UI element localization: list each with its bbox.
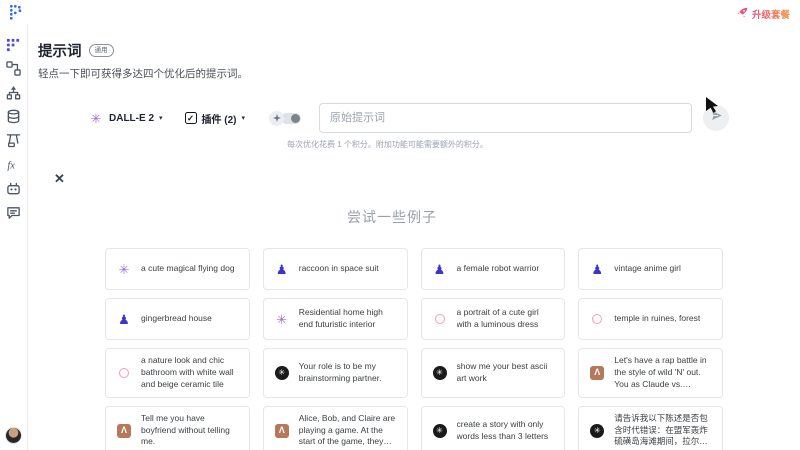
main-content: 提示词 通用 轻点一下即可获得多达四个优化后的提示词。 ✳ DALL-E 2 ▾… bbox=[28, 24, 800, 450]
model-select[interactable]: ✳ DALL-E 2 ▾ bbox=[88, 112, 163, 125]
example-text: Residential home high end futuristic int… bbox=[299, 307, 397, 331]
title-badge: 通用 bbox=[89, 44, 114, 56]
example-text: Let's have a rap battle in the style of … bbox=[614, 355, 712, 391]
dalle-model-icon: ✳ bbox=[274, 313, 290, 326]
page-subtitle: 轻点一下即可获得多达四个优化后的提示词。 bbox=[38, 66, 248, 81]
example-text: Your role is to be my brainstorming part… bbox=[299, 361, 397, 385]
example-card[interactable]: ✳ Residential home high end futuristic in… bbox=[263, 298, 408, 340]
rocket-icon bbox=[737, 5, 748, 23]
example-text: gingerbread house bbox=[141, 313, 212, 325]
example-text: a cute magical flying dog bbox=[141, 263, 235, 275]
toggle-track bbox=[281, 113, 301, 124]
plugins-label: 插件 (2) bbox=[202, 111, 237, 126]
example-text: a portrait of a cute girl with a luminou… bbox=[457, 307, 555, 331]
upgrade-plan-button[interactable]: 升级套餐 bbox=[737, 5, 790, 23]
example-card[interactable]: Λ Alice, Bob, and Claire are playing a ga… bbox=[263, 406, 408, 450]
example-text: a female robot warrior bbox=[457, 263, 540, 275]
page-title: 提示词 bbox=[38, 40, 82, 61]
example-card[interactable]: temple in ruines, forest bbox=[578, 298, 723, 340]
example-card[interactable]: ♟ a female robot warrior bbox=[421, 248, 566, 290]
close-button[interactable]: ✕ bbox=[54, 171, 65, 187]
prompt-input[interactable] bbox=[319, 103, 692, 133]
examples-heading: 尝试一些例子 bbox=[28, 207, 756, 227]
claude-model-icon: Λ bbox=[589, 366, 605, 380]
svg-text:fx: fx bbox=[7, 160, 15, 171]
blue-model-icon: ♟ bbox=[432, 263, 448, 276]
example-text: create a story with only words less than… bbox=[457, 419, 555, 443]
example-card[interactable]: ✳ a cute magical flying dog bbox=[105, 248, 250, 290]
top-header: 升级套餐 bbox=[0, 0, 800, 24]
chatgpt-model-icon: ✳ bbox=[589, 424, 605, 438]
example-card[interactable]: Λ Let's have a rap battle in the style of… bbox=[578, 348, 723, 398]
prompt-icon[interactable] bbox=[6, 36, 22, 52]
example-text: 请告诉我以下陈述是否包含时代错误：在盟军轰炸硫磺岛海滩期间，拉尔夫大声... bbox=[614, 413, 712, 449]
chat-icon[interactable] bbox=[6, 204, 22, 220]
chevron-down-icon: ▾ bbox=[242, 114, 246, 122]
example-text: Tell me you have boyfriend without telli… bbox=[141, 413, 239, 449]
credit-hint: 每次优化花费 1 个积分。附加功能可能需要额外的积分。 bbox=[287, 139, 488, 150]
nodes-icon[interactable] bbox=[6, 84, 22, 100]
example-text: temple in ruines, forest bbox=[614, 313, 700, 325]
database-icon[interactable] bbox=[6, 108, 22, 124]
blue-model-icon: ♟ bbox=[589, 263, 605, 276]
example-card[interactable]: Λ Tell me you have boyfriend without tell… bbox=[105, 406, 250, 450]
control-row: ✳ DALL-E 2 ▾ ✓ 插件 (2) ▾ bbox=[28, 103, 800, 133]
example-text: raccoon in space suit bbox=[299, 263, 379, 275]
pink-model-icon bbox=[432, 314, 448, 324]
sidebar-nav: fx bbox=[0, 24, 27, 220]
chatgpt-model-icon: ✳ bbox=[274, 366, 290, 380]
openai-swirl-icon: ✳ bbox=[88, 112, 104, 125]
examples-grid: ✳ a cute magical flying dog ♟ raccoon in sp… bbox=[105, 248, 723, 450]
auto-optimize-toggle[interactable] bbox=[269, 111, 301, 126]
functions-icon[interactable]: fx bbox=[6, 156, 22, 172]
example-text: a nature look and chic bathroom with whi… bbox=[141, 355, 239, 391]
example-card[interactable]: a portrait of a cute girl with a luminou… bbox=[421, 298, 566, 340]
upgrade-label: 升级套餐 bbox=[752, 7, 790, 21]
example-card[interactable]: ♟ gingerbread house bbox=[105, 298, 250, 340]
model-label: DALL-E 2 bbox=[109, 113, 154, 124]
sparkle-icon bbox=[269, 111, 284, 126]
example-card[interactable]: ♟ vintage anime girl bbox=[578, 248, 723, 290]
user-avatar[interactable] bbox=[5, 427, 22, 444]
example-card[interactable]: a nature look and chic bathroom with whi… bbox=[105, 348, 250, 398]
pink-model-icon bbox=[116, 368, 132, 378]
example-card[interactable]: ✳ 请告诉我以下陈述是否包含时代错误：在盟军轰炸硫磺岛海滩期间，拉尔夫大声... bbox=[578, 406, 723, 450]
chevron-down-icon: ▾ bbox=[159, 114, 163, 122]
chatgpt-model-icon: ✳ bbox=[432, 424, 448, 438]
example-text: show me your best ascii art work bbox=[457, 361, 555, 385]
example-card[interactable]: ♟ raccoon in space suit bbox=[263, 248, 408, 290]
pink-model-icon bbox=[589, 314, 605, 324]
send-button[interactable] bbox=[703, 105, 729, 131]
flow-icon[interactable] bbox=[6, 60, 22, 76]
claude-model-icon: Λ bbox=[274, 424, 290, 438]
claude-model-icon: Λ bbox=[116, 424, 132, 438]
example-text: Alice, Bob, and Claire are playing a gam… bbox=[299, 413, 397, 449]
robot-icon[interactable] bbox=[6, 180, 22, 196]
example-card[interactable]: ✳ show me your best ascii art work bbox=[421, 348, 566, 398]
deploy-icon[interactable] bbox=[6, 132, 22, 148]
send-icon bbox=[710, 109, 723, 127]
blue-model-icon: ♟ bbox=[274, 263, 290, 276]
dalle-model-icon: ✳ bbox=[116, 263, 132, 276]
chatgpt-model-icon: ✳ bbox=[432, 366, 448, 380]
example-card[interactable]: ✳ create a story with only words less tha… bbox=[421, 406, 566, 450]
sidebar: fx bbox=[0, 24, 28, 450]
toggle-knob bbox=[291, 114, 300, 123]
app-logo-icon[interactable] bbox=[8, 4, 24, 20]
plugins-checkbox[interactable]: ✓ bbox=[185, 112, 197, 124]
plugins-select[interactable]: ✓ 插件 (2) ▾ bbox=[185, 111, 246, 126]
example-card[interactable]: ✳ Your role is to be my brainstorming par… bbox=[263, 348, 408, 398]
example-text: vintage anime girl bbox=[614, 263, 681, 275]
blue-model-icon: ♟ bbox=[116, 313, 132, 326]
